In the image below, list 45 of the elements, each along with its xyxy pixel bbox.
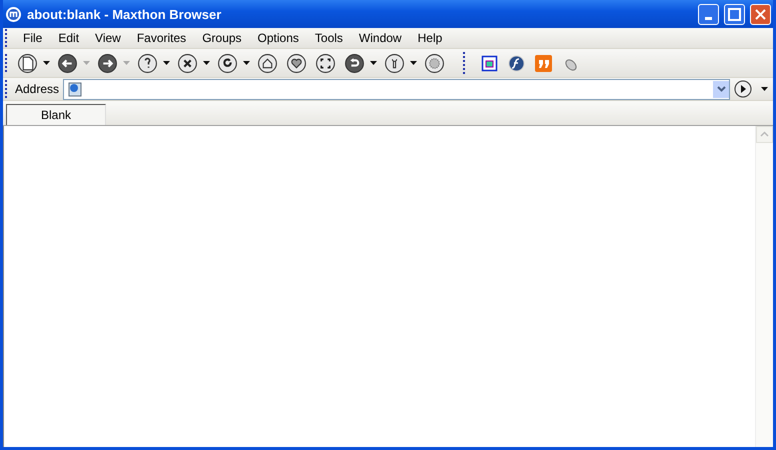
go-button[interactable] [734, 80, 752, 98]
close-button[interactable] [750, 4, 771, 24]
grid-icon[interactable] [424, 52, 445, 74]
tab[interactable]: Blank [6, 104, 106, 125]
menu-item[interactable]: View [87, 31, 129, 45]
app-logo-icon [5, 6, 22, 22]
menu-item[interactable]: Favorites [128, 31, 194, 45]
new-page-icon[interactable] [17, 52, 38, 74]
address-label: Address [15, 82, 60, 96]
address-field[interactable] [63, 78, 730, 100]
dropdown-button[interactable] [713, 80, 729, 98]
refresh-icon[interactable] [217, 52, 238, 74]
flash-icon[interactable] [508, 54, 525, 72]
undo-icon[interactable] [344, 52, 365, 74]
help-icon[interactable] [137, 52, 158, 74]
scrollbar[interactable] [755, 126, 773, 447]
fullscreen-icon[interactable] [315, 52, 336, 74]
page-icon [67, 81, 84, 97]
chevron-icon [716, 86, 726, 92]
caret-icon[interactable] [761, 87, 768, 91]
minimize-icon [705, 16, 712, 20]
minimize-button[interactable] [698, 4, 719, 24]
menu-item[interactable]: Tools [306, 31, 351, 45]
menu-item[interactable]: Options [250, 31, 307, 45]
stop-icon[interactable] [177, 52, 198, 74]
caret-icon[interactable] [203, 61, 210, 65]
caret-icon[interactable] [163, 61, 170, 65]
menu-item[interactable]: Edit [50, 31, 88, 45]
back-icon[interactable] [57, 52, 78, 74]
home-icon[interactable] [257, 52, 278, 74]
caret-icon[interactable] [410, 61, 417, 65]
picture-frame-icon[interactable] [481, 54, 498, 72]
menu-item[interactable]: Groups [194, 31, 250, 45]
maximize-icon [728, 8, 741, 20]
menu-item[interactable]: File [15, 31, 50, 45]
menu-item[interactable]: Help [410, 31, 450, 45]
close-icon [754, 8, 767, 20]
window-title: about:blank - Maxthon Browser [27, 6, 222, 22]
forward-icon[interactable] [97, 52, 118, 74]
menu-item[interactable]: Window [350, 31, 410, 45]
caret-icon[interactable] [43, 61, 50, 65]
caret-icon[interactable] [370, 61, 377, 65]
quote-icon[interactable] [535, 54, 552, 72]
caret-icon[interactable] [243, 61, 250, 65]
maximize-button[interactable] [724, 4, 745, 24]
